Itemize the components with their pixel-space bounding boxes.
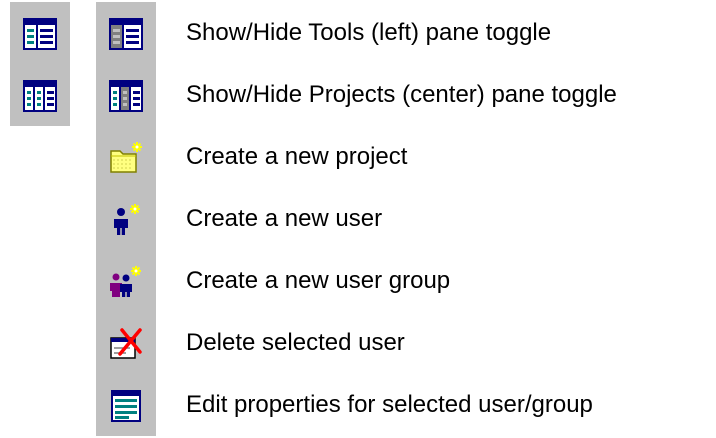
legend-row-delete-user: Delete selected user xyxy=(0,312,716,374)
delete-user-icon-graphic xyxy=(110,328,142,359)
legend-label: Delete selected user xyxy=(186,329,405,356)
tools-pane-toggle-icon[interactable] xyxy=(10,2,70,64)
tools-pane-toggle-pressed-icon[interactable] xyxy=(96,2,156,64)
new-project-icon[interactable] xyxy=(96,126,156,188)
legend-label: Show/Hide Tools (left) pane toggle xyxy=(186,19,552,46)
legend-label: Create a new user xyxy=(186,205,383,232)
edit-properties-icon-graphic xyxy=(111,390,141,422)
legend-label: Create a new user group xyxy=(186,267,451,294)
tools-pane-toggle-icon-graphic xyxy=(23,18,57,50)
legend-row-new-project: Create a new project xyxy=(0,126,716,188)
legend-row-tools-toggle: Show/Hide Tools (left) pane toggle xyxy=(0,2,716,64)
tools-pane-toggle-pressed-icon-graphic xyxy=(109,18,143,50)
projects-pane-toggle-icon[interactable] xyxy=(10,64,70,126)
legend-label: Create a new project xyxy=(186,143,408,170)
legend-label: Edit properties for selected user/group xyxy=(186,391,593,418)
new-user-icon-graphic xyxy=(114,204,140,235)
projects-pane-toggle-pressed-icon-graphic xyxy=(109,80,143,112)
new-user-icon[interactable] xyxy=(96,188,156,250)
new-project-icon-graphic xyxy=(110,142,142,173)
legend-row-projects-toggle: Show/Hide Projects (center) pane toggle xyxy=(0,64,716,126)
projects-pane-toggle-icon-graphic xyxy=(23,80,57,112)
legend-row-edit-properties: Edit properties for selected user/group xyxy=(0,374,716,436)
legend-row-new-user-group: Create a new user group xyxy=(0,250,716,312)
projects-pane-toggle-pressed-icon[interactable] xyxy=(96,64,156,126)
legend-label: Show/Hide Projects (center) pane toggle xyxy=(186,81,617,108)
new-user-group-icon[interactable] xyxy=(96,250,156,312)
legend-row-new-user: Create a new user xyxy=(0,188,716,250)
new-user-group-icon-graphic xyxy=(110,266,141,297)
edit-properties-icon[interactable] xyxy=(96,374,156,436)
delete-user-icon[interactable] xyxy=(96,312,156,374)
